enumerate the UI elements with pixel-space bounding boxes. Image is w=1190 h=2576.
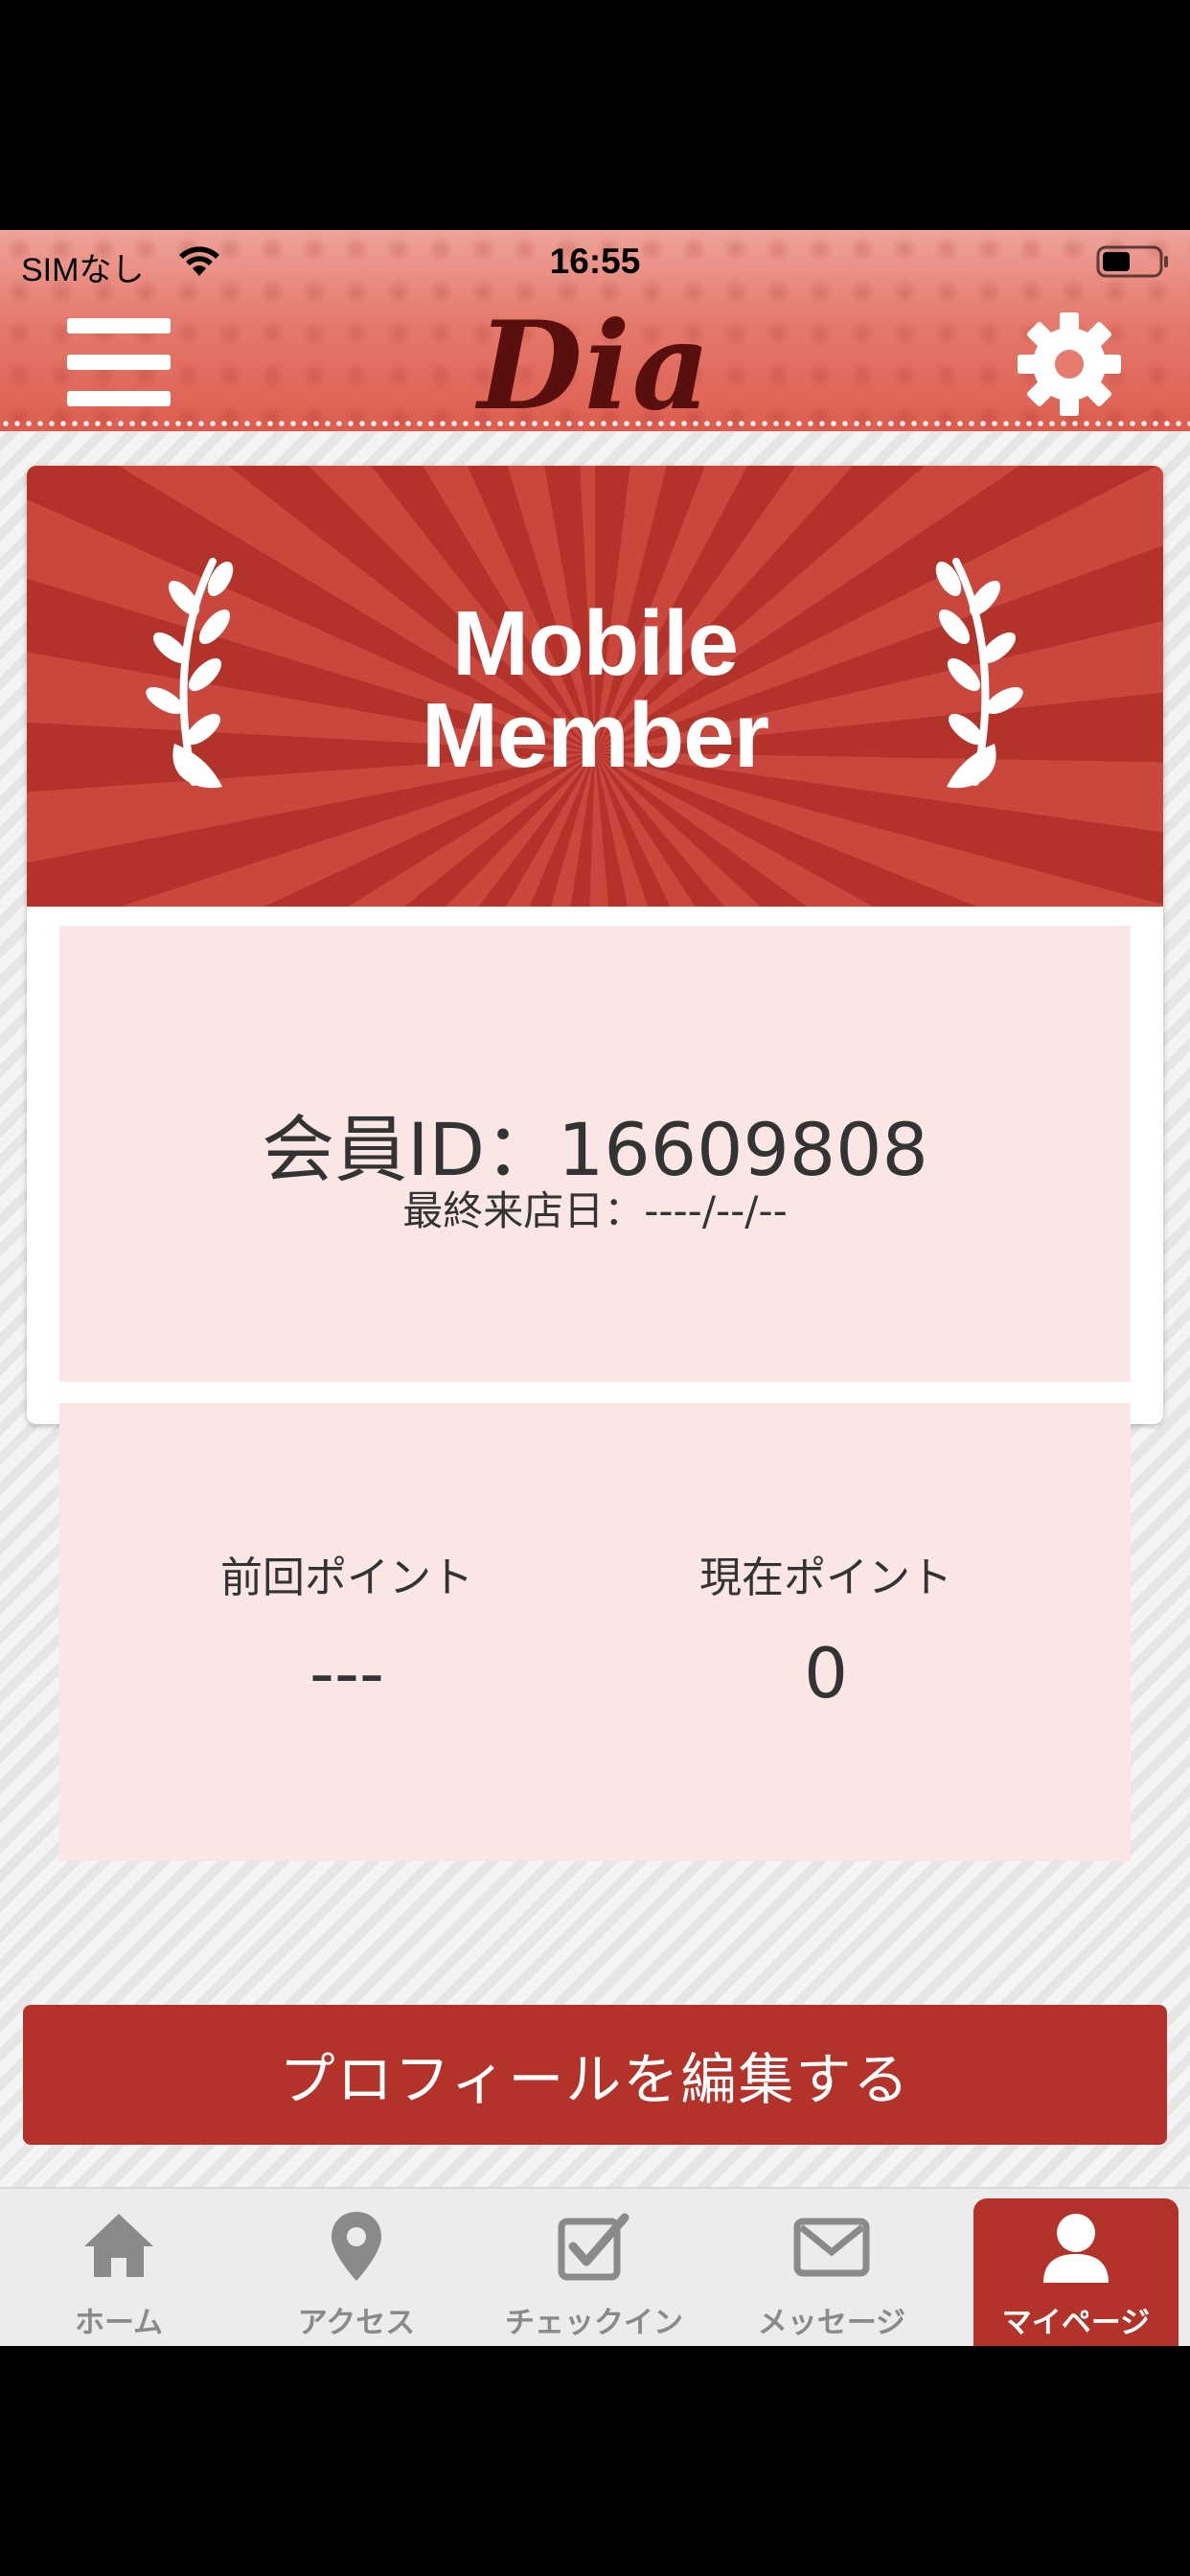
checkbox-icon bbox=[558, 2213, 629, 2281]
gear-icon bbox=[1018, 312, 1121, 416]
map-pin-icon bbox=[332, 2212, 381, 2281]
tab-message[interactable]: メッセージ bbox=[713, 2189, 950, 2346]
tab-message-label: メッセージ bbox=[757, 2306, 906, 2340]
member-id-panel: 会員ID：16609808 最終来店日：----/--/-- bbox=[59, 926, 1131, 1382]
envelope-icon bbox=[793, 2218, 870, 2277]
laurel-right-icon bbox=[935, 558, 1023, 789]
current-points-label: 現在ポイント bbox=[699, 1553, 952, 1602]
user-icon bbox=[1043, 2214, 1109, 2283]
previous-points-value: --- bbox=[309, 1633, 384, 1714]
tab-mypage[interactable]: マイページ bbox=[973, 2198, 1179, 2346]
header-dotted-divider bbox=[0, 420, 1190, 427]
tab-checkin-label: チェックイン bbox=[505, 2306, 683, 2340]
app-logo: Dia bbox=[477, 295, 713, 431]
tab-access[interactable]: アクセス bbox=[238, 2189, 475, 2346]
tab-bar: ホーム アクセス チェックイン メッセージ マイページ bbox=[0, 2187, 1190, 2346]
member-card: Mobile Member 会員ID：16609808 最終来店日：----/-… bbox=[27, 466, 1163, 1424]
points-panel: 前回ポイント --- 現在ポイント 0 bbox=[59, 1403, 1131, 1861]
previous-points-label: 前回ポイント bbox=[220, 1553, 473, 1602]
member-banner: Mobile Member bbox=[27, 466, 1163, 907]
tab-mypage-label: マイページ bbox=[1001, 2306, 1151, 2340]
battery-icon bbox=[1096, 245, 1168, 278]
status-time: 16:55 bbox=[549, 242, 641, 281]
home-icon bbox=[84, 2214, 153, 2277]
current-points-value: 0 bbox=[804, 1633, 848, 1714]
settings-button[interactable] bbox=[1016, 310, 1123, 418]
app-header: SIMなし 16:55 Dia bbox=[0, 230, 1190, 431]
tab-checkin[interactable]: チェックイン bbox=[475, 2189, 713, 2346]
tab-home-label: ホーム bbox=[74, 2306, 164, 2340]
last-visit-date: 最終来店日：----/--/-- bbox=[402, 1187, 788, 1234]
edit-profile-button[interactable]: プロフィールを編集する bbox=[23, 2005, 1167, 2145]
tab-home[interactable]: ホーム bbox=[0, 2189, 238, 2346]
tab-access-label: アクセス bbox=[297, 2306, 416, 2340]
app-screen: SIMなし 16:55 Dia Mobile Member 会員ID：16609… bbox=[0, 230, 1190, 2346]
